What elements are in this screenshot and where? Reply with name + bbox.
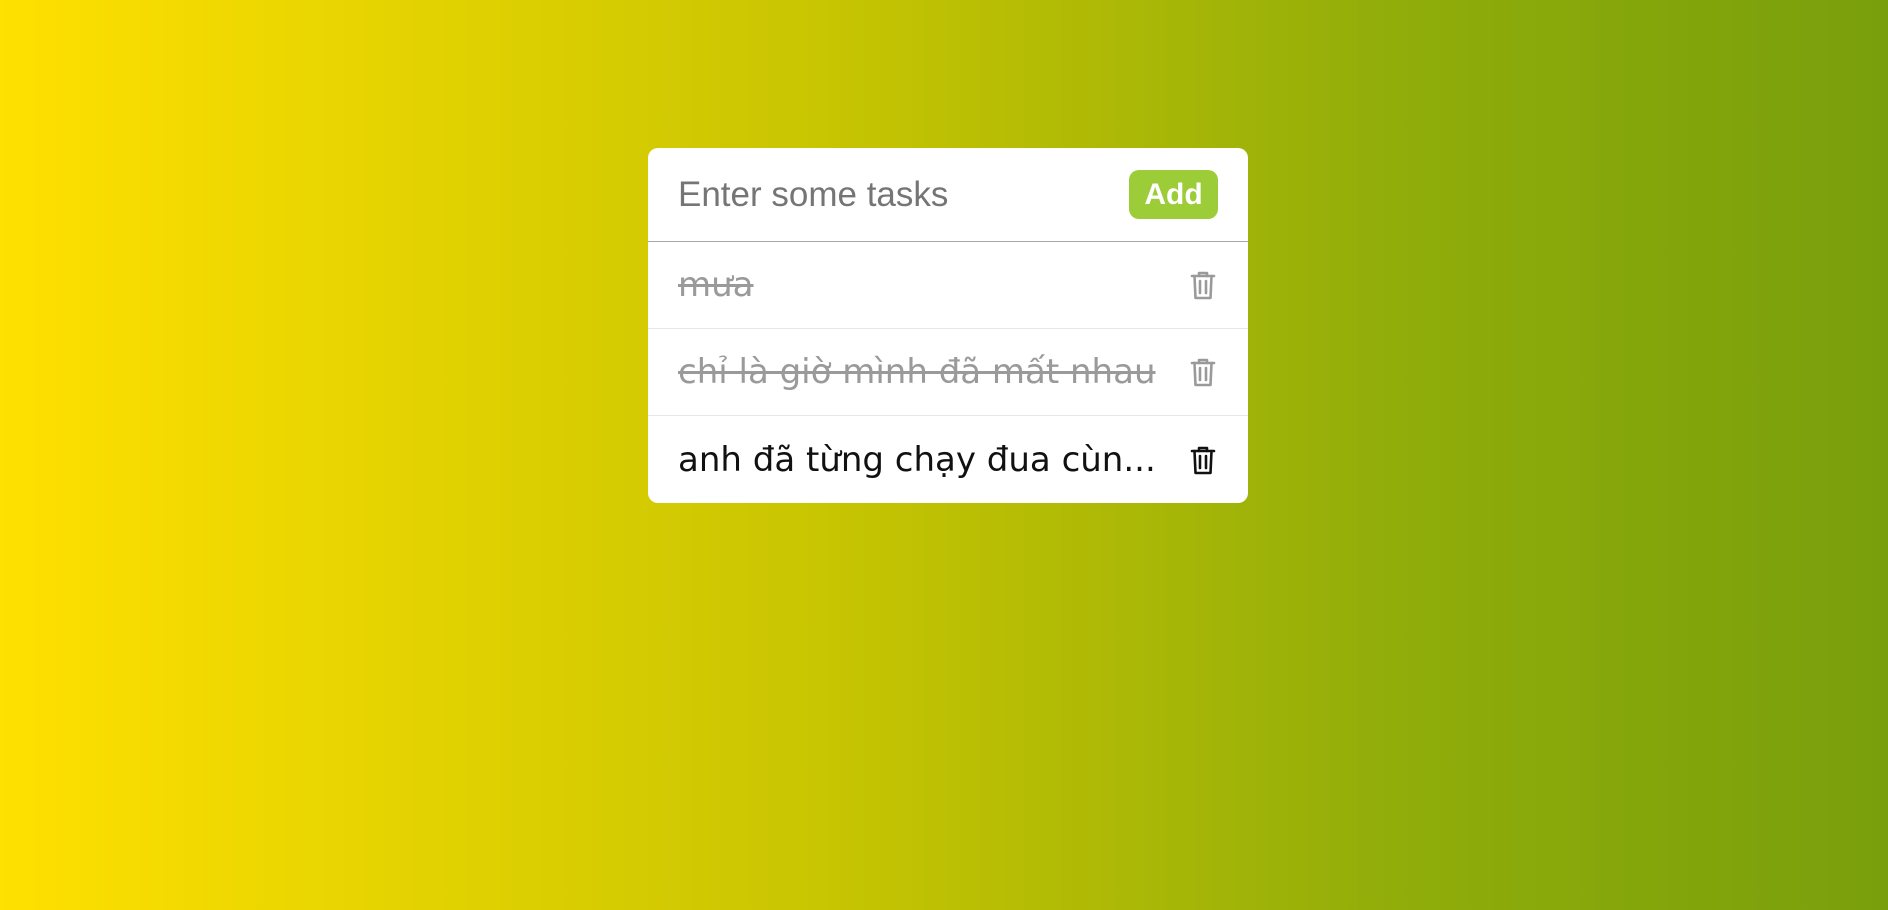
task-input[interactable] <box>678 169 1129 220</box>
task-list: mưa chỉ là giờ mình đã mất nhau anh đã t… <box>648 242 1248 503</box>
add-button[interactable]: Add <box>1129 170 1218 219</box>
task-item[interactable]: chỉ là giờ mình đã mất nhau <box>648 329 1248 416</box>
todo-card: Add mưa chỉ là giờ mình đã mất nhau <box>648 148 1248 503</box>
task-text: mưa <box>678 265 754 305</box>
trash-icon[interactable] <box>1188 268 1218 302</box>
task-text: anh đã từng chạy đua cùn... <box>678 439 1156 480</box>
task-text: chỉ là giờ mình đã mất nhau <box>678 352 1156 392</box>
trash-icon[interactable] <box>1188 355 1218 389</box>
task-item[interactable]: mưa <box>648 242 1248 329</box>
task-item[interactable]: anh đã từng chạy đua cùn... <box>648 416 1248 503</box>
trash-icon[interactable] <box>1188 443 1218 477</box>
task-input-row: Add <box>648 148 1248 242</box>
